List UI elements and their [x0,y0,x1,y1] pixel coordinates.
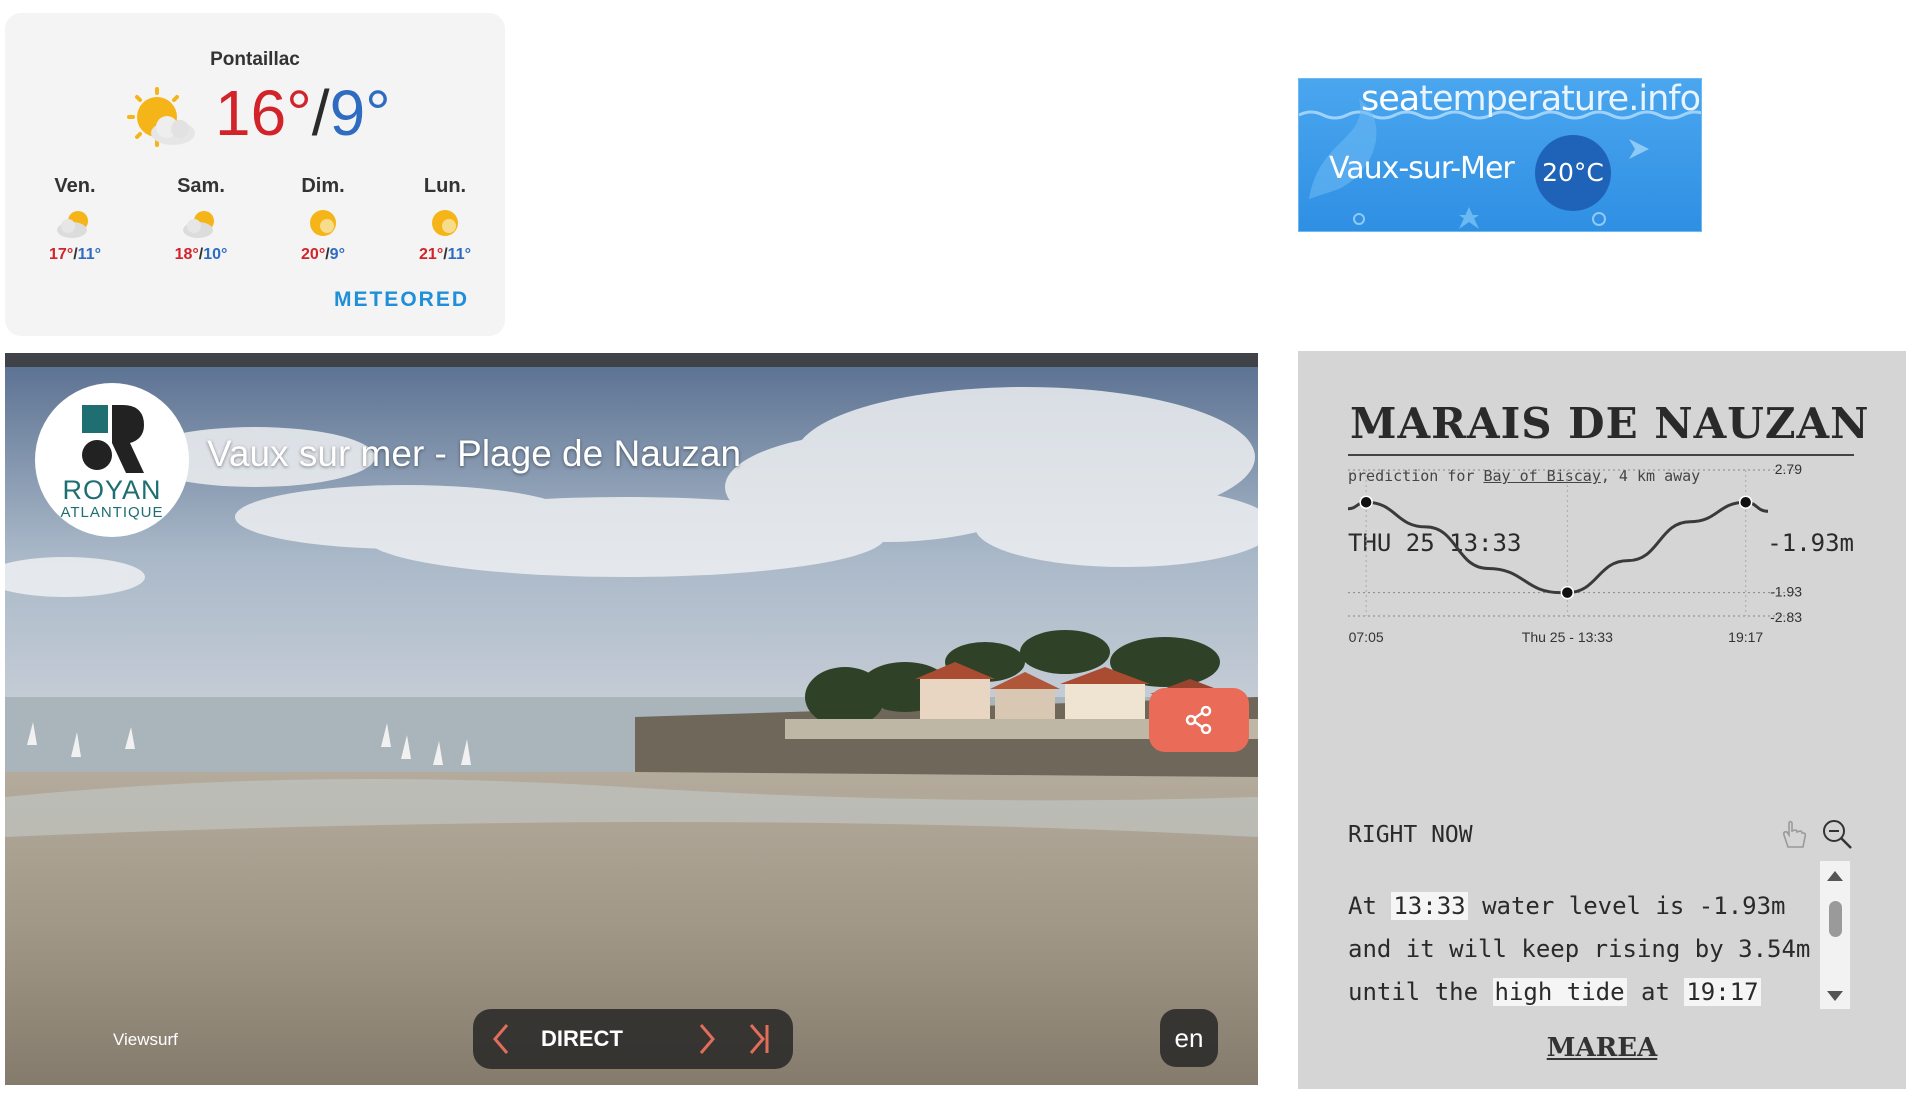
share-icon [1185,706,1212,734]
forecast-high: 21° [419,246,444,263]
message-high-tide: high tide [1492,978,1627,1006]
tide-message: At 13:33 water level is -1.93m and it wi… [1348,885,1818,1014]
weather-widget[interactable]: Pontaillac 16°/9° Ven. 17°/11° Sam. 18°/… [5,13,505,336]
forecast-low: 11° [447,246,471,263]
forecast-high: 17° [49,246,74,263]
seatemp-value: 20°C [1535,135,1611,211]
tide-curve [1347,500,1769,595]
tide-marker [1359,495,1373,509]
forecast-temps: 20°/9° [273,246,373,264]
tide-widget: MARAIS DE NAUZAN prediction for Bay of B… [1298,351,1906,1089]
x-tick-label: Thu 25 - 13:33 [1522,629,1613,645]
current-high: 16° [215,77,312,149]
message-text: at [1641,978,1670,1006]
forecast-low: 9° [329,246,345,263]
previous-arrow-icon[interactable] [487,1021,517,1057]
webcam-title: Vaux sur mer - Plage de Nauzan [207,433,742,474]
message-text: At [1348,892,1377,920]
current-low: 9° [329,77,391,149]
tide-marker [1738,495,1753,509]
partly-cloudy-icon [57,211,88,238]
hand-pointer-icon[interactable] [1776,817,1810,851]
forecast-low: 10° [203,246,228,263]
royan-atlantique-logo[interactable]: ROYAN ATLANTIQUE [35,383,189,537]
scroll-up-icon[interactable] [1826,869,1844,883]
skip-to-live-icon[interactable] [745,1021,775,1057]
forecast-high: 20° [301,246,326,263]
sun-cloud-icon [127,87,195,147]
forecast-high: 18° [174,246,199,263]
x-tick-label: 19:17 [1728,629,1763,645]
forecast-day-4: Lun. 21°/11° [395,175,495,264]
player-top-bar [5,353,1258,367]
marea-link[interactable]: MAREA [1298,1033,1906,1063]
language-button[interactable]: en [1160,1009,1218,1067]
forecast-low: 11° [77,246,101,263]
site-name-part: temperature [1419,79,1629,119]
forecast-day-label: Ven. [54,175,96,197]
forecast-day-3: Dim. 20°/9° [273,175,373,264]
site-name-part: sea [1361,79,1420,119]
zoom-out-icon[interactable] [1820,817,1854,851]
y-tick-label: -2.83 [1770,609,1802,625]
message-scrollbar[interactable] [1820,861,1850,1009]
next-arrow-icon[interactable] [691,1021,721,1057]
scroll-down-icon[interactable] [1826,989,1844,1003]
seatemp-site-name: seatemperature.info [1361,79,1701,119]
forecast-day-label: Lun. [423,175,467,197]
forecast-day-label: Dim. [301,175,345,197]
tide-chart[interactable]: 07:05 Thu 25 - 13:33 19:17 2.79 -1.93 -2.83 [1298,351,1906,791]
sun-icon [432,210,458,236]
right-now-label: RIGHT NOW [1348,822,1473,848]
partly-cloudy-icon [183,211,214,238]
direct-button[interactable]: DIRECT [541,1026,623,1052]
forecast-day-2: Sam. 18°/10° [151,175,251,264]
viewsurf-credit[interactable]: Viewsurf [113,1030,178,1050]
y-tick-label: 2.79 [1775,461,1802,477]
temp-separator: / [311,77,330,149]
scroll-thumb[interactable] [1829,901,1842,937]
current-temperature: 16°/9° [215,81,391,145]
logo-text-royan: ROYAN [62,475,162,505]
webcam-player[interactable]: ROYAN ATLANTIQUE Vaux sur mer - Plage de… [5,353,1258,1085]
meteored-logo[interactable]: METEORED [334,288,469,312]
tide-marker [1560,585,1575,600]
forecast-day-label: Sam. [177,175,225,197]
logo-mark-icon [82,405,144,473]
logo-text-atlantique: ATLANTIQUE [60,504,164,521]
weather-location: Pontaillac [210,49,300,70]
forecast-temps: 21°/11° [395,246,495,264]
message-time: 13:33 [1391,892,1468,920]
forecast-temps: 18°/10° [151,246,251,264]
sea-temperature-badge[interactable]: seatemperature.info Vaux-sur-Mer 20°C [1298,78,1702,232]
site-name-ext: .info [1628,79,1701,119]
sun-icon [310,210,336,236]
x-tick-label: 07:05 [1349,629,1384,645]
message-high-time: 19:17 [1684,978,1761,1006]
forecast-temps: 17°/11° [25,246,125,264]
y-tick-label: -1.93 [1770,584,1802,600]
forecast-day-1: Ven. 17°/11° [25,175,125,264]
seatemp-place: Vaux-sur-Mer [1329,151,1515,186]
playback-controls: DIRECT [473,1009,793,1069]
share-button[interactable] [1149,688,1249,752]
